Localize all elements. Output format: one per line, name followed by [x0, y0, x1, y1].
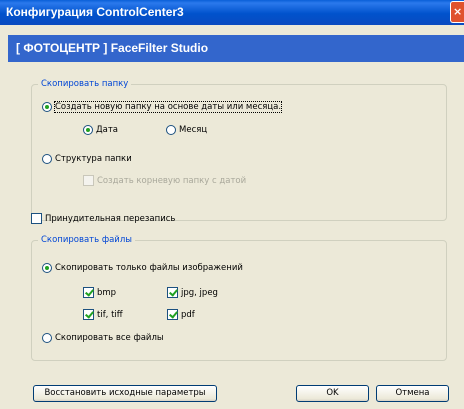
bmp-label: bmp [97, 287, 117, 298]
images-only-radio[interactable] [42, 263, 52, 273]
bmp-checkbox[interactable] [83, 287, 94, 298]
copy-files-legend: Скопировать файлы [38, 235, 135, 245]
date-radio[interactable] [83, 125, 93, 135]
pdf-checkbox[interactable] [167, 309, 178, 320]
pdf-label: pdf [181, 309, 195, 320]
overwrite-option[interactable]: Принудительная перезапись [31, 213, 175, 224]
copy-files-group: Скопировать файлы Скопировать только фай… [31, 235, 447, 361]
jpg-checkbox[interactable] [167, 287, 178, 298]
close-button[interactable]: × [450, 1, 464, 23]
tif-checkbox[interactable] [83, 309, 94, 320]
new-folder-option[interactable]: Создать новую папку на основе даты или м… [42, 101, 283, 113]
content-panel: Скопировать папку Создать новую папку на… [8, 62, 464, 409]
bmp-option[interactable]: bmp [83, 287, 116, 298]
jpg-option[interactable]: jpg, jpeg [167, 287, 218, 298]
overwrite-checkbox[interactable] [31, 213, 42, 224]
folder-structure-option[interactable]: Структура папки [42, 154, 132, 164]
images-only-option[interactable]: Скопировать только файлы изображений [42, 263, 243, 273]
new-folder-label: Создать новую папку на основе даты или м… [53, 101, 283, 113]
month-option[interactable]: Месяц [166, 125, 207, 135]
pdf-option[interactable]: pdf [167, 309, 195, 320]
overwrite-label: Принудительная перезапись [45, 213, 176, 224]
window-title: Конфигурация ControlCenter3 [6, 5, 184, 19]
root-folder-option[interactable]: Создать корневую папку с датой [83, 175, 246, 186]
date-option[interactable]: Дата [83, 125, 118, 135]
folder-structure-label: Структура папки [55, 154, 132, 164]
root-folder-label: Создать корневую папку с датой [97, 175, 247, 186]
section-header: [ ФОТОЦЕНТР ] FaceFilter Studio [8, 35, 464, 62]
root-folder-checkbox[interactable] [83, 175, 94, 186]
all-files-label: Скопировать все файлы [55, 333, 164, 343]
ok-button[interactable]: OK [296, 385, 369, 402]
close-icon: × [453, 5, 463, 18]
images-only-label: Скопировать только файлы изображений [55, 263, 243, 273]
tif-label: tif, tiff [97, 309, 123, 320]
title-bar: Конфигурация ControlCenter3 × [0, 0, 464, 25]
all-files-option[interactable]: Скопировать все файлы [42, 333, 164, 343]
copy-folder-group: Скопировать папку Создать новую папку на… [31, 79, 447, 221]
month-label: Месяц [179, 125, 208, 135]
date-label: Дата [96, 125, 119, 135]
jpg-label: jpg, jpeg [181, 287, 218, 298]
folder-structure-radio[interactable] [42, 154, 52, 164]
new-folder-radio[interactable] [42, 102, 52, 112]
month-radio[interactable] [166, 125, 176, 135]
tif-option[interactable]: tif, tiff [83, 309, 123, 320]
all-files-radio[interactable] [42, 333, 52, 343]
reset-button[interactable]: Восстановить исходные параметры [33, 385, 217, 402]
cancel-button[interactable]: Отмена [376, 385, 449, 402]
copy-folder-legend: Скопировать папку [38, 79, 132, 89]
